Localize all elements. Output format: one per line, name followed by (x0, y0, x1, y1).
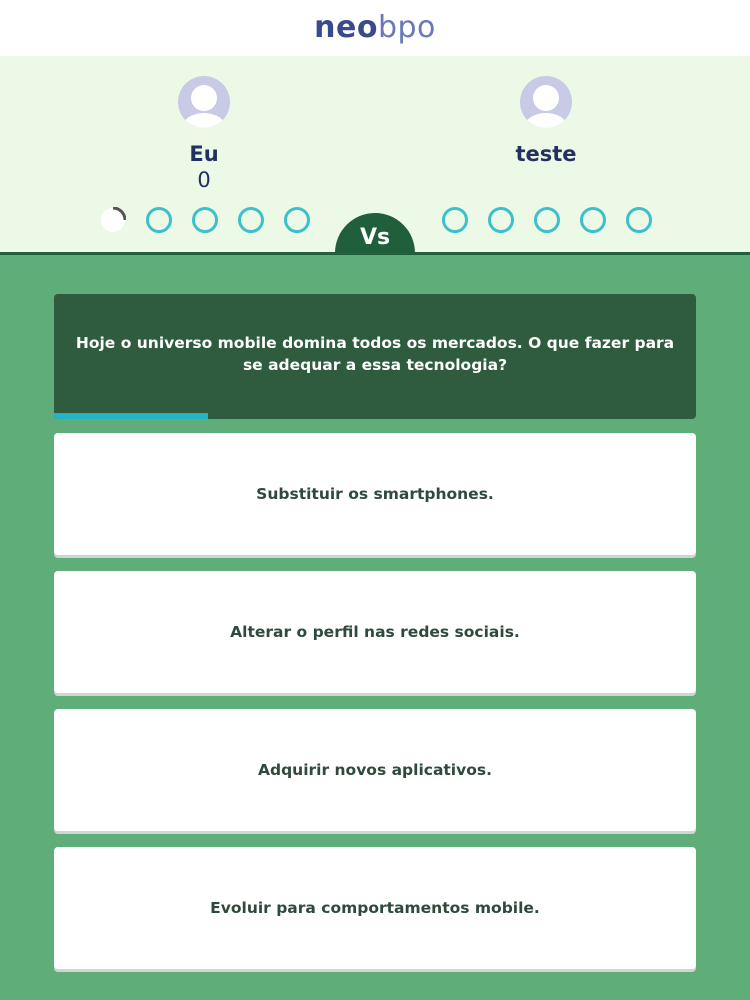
round-indicator (238, 207, 264, 233)
player-me-name: Eu (189, 142, 219, 166)
question-text: Hoje o universo mobile domina todos os m… (75, 334, 675, 374)
logo-neo: neo (314, 10, 378, 45)
answer-option-3[interactable]: Adquirir novos aplicativos. (54, 709, 696, 831)
versus-panel: Eu 0 teste Vs (0, 56, 750, 255)
player-me: Eu 0 (124, 76, 284, 192)
round-indicator (580, 207, 606, 233)
round-indicator (442, 207, 468, 233)
player-opponent: teste (466, 76, 626, 166)
round-indicator (284, 207, 310, 233)
avatar-opponent (520, 76, 572, 128)
user-silhouette-icon (182, 85, 226, 128)
answer-option-2[interactable]: Alterar o perfil nas redes sociais. (54, 571, 696, 693)
round-indicator (626, 207, 652, 233)
answer-option-4[interactable]: Evoluir para comportamentos mobile. (54, 847, 696, 969)
answer-label: Alterar o perfil nas redes sociais. (230, 623, 520, 641)
answer-option-1[interactable]: Substituir os smartphones. (54, 433, 696, 555)
avatar-me (178, 76, 230, 128)
round-indicator (146, 207, 172, 233)
timer-bar (54, 413, 696, 419)
question-card: Hoje o universo mobile domina todos os m… (54, 294, 696, 419)
answer-label: Evoluir para comportamentos mobile. (210, 899, 540, 917)
round-indicator (192, 207, 218, 233)
answer-label: Substituir os smartphones. (256, 485, 494, 503)
player-me-score: 0 (197, 168, 211, 192)
timer-bar-fill (54, 413, 209, 419)
neobpo-logo: neobpo (314, 13, 436, 43)
logo-bpo: bpo (377, 10, 436, 45)
player-opponent-name: teste (515, 142, 577, 166)
answer-label: Adquirir novos aplicativos. (257, 761, 492, 779)
vs-badge: Vs (335, 213, 415, 253)
loading-spinner-icon (101, 207, 126, 232)
round-indicator (534, 207, 560, 233)
round-indicator (488, 207, 514, 233)
user-silhouette-icon (524, 85, 568, 128)
top-bar: neobpo (0, 0, 750, 56)
